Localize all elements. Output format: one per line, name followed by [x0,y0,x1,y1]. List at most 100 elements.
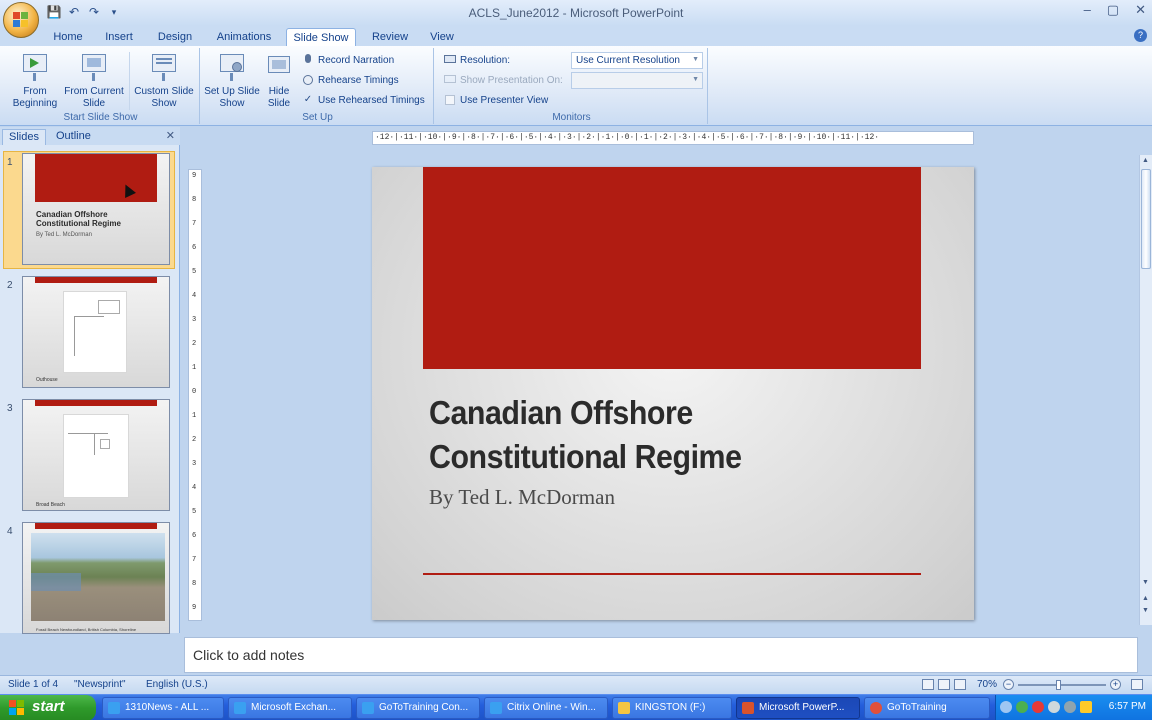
custom-slide-show-button[interactable]: Custom Slide Show [132,52,196,110]
powerpoint-icon [742,702,754,714]
set-up-slide-show-button[interactable]: Set Up Slide Show [204,52,260,110]
thumbnail-caption: Fossil Beach Newfoundland, British Colum… [36,627,137,632]
normal-view-icon[interactable] [922,679,934,690]
notes-pane[interactable]: Click to add notes [184,637,1138,673]
taskbar-item-label: KINGSTON (F:) [635,702,706,713]
from-beginning-button[interactable]: From Beginning [7,52,63,110]
taskbar-item-active[interactable]: Microsoft PowerP... [736,697,860,719]
zoom-knob[interactable] [1056,679,1061,690]
use-rehearsed-timings-checkbox[interactable]: ✓ Use Rehearsed Timings [302,94,425,106]
taskbar-item-label: GoToTraining Con... [379,702,469,713]
taskbar-item[interactable]: GoToTraining Con... [356,697,480,719]
slide-thumbnail-1[interactable]: Canadian Offshore Constitutional Regime … [22,153,170,265]
rehearse-timings-button[interactable]: Rehearse Timings [302,74,399,86]
zoom-slider[interactable]: − + [1003,679,1143,690]
language-indicator[interactable]: English (U.S.) [146,679,208,690]
scroll-up-icon[interactable]: ▲ [1142,157,1149,164]
antivirus-icon[interactable] [1032,701,1044,713]
tab-insert[interactable]: Insert [99,28,139,46]
ruler-tick: 1 [192,364,197,372]
taskbar-item[interactable]: Microsoft Exchan... [228,697,352,719]
slide-accent-line [423,573,921,575]
zoom-in-icon[interactable]: + [1110,679,1121,690]
tab-slides[interactable]: Slides [2,129,46,145]
stopwatch-icon [302,74,314,86]
thumbnail-number: 2 [7,280,13,291]
internet-explorer-icon [362,702,374,714]
shield-icon[interactable] [1080,701,1092,713]
taskbar-item-label: Citrix Online - Win... [507,702,596,713]
group-start-slide-show: From Beginning From Current Slide Custom… [2,48,200,124]
tab-animations[interactable]: Animations [211,28,277,46]
security-icon[interactable] [1016,701,1028,713]
start-label: start [32,698,65,715]
close-panel-icon[interactable]: ✕ [166,129,175,142]
from-current-slide-button[interactable]: From Current Slide [62,52,126,110]
taskbar-item-label: Microsoft Exchan... [251,702,337,713]
slide-thumbnail-3[interactable]: Broad Beach [22,399,170,511]
fit-to-window-icon[interactable] [1131,679,1143,690]
slide-sorter-icon[interactable] [938,679,950,690]
slide-thumbnail-2[interactable]: Outhouse [22,276,170,388]
slide-title-line-2: Constitutional Regime [429,438,742,475]
tab-review[interactable]: Review [366,28,414,46]
show-presentation-on-dropdown[interactable]: ▼ [571,72,703,89]
network-icon[interactable] [1000,701,1012,713]
use-presenter-view-checkbox[interactable]: Use Presenter View [444,94,548,106]
scroll-thumb[interactable] [1141,169,1151,269]
slide-red-banner [423,167,921,369]
help-icon[interactable]: ? [1134,29,1147,42]
sync-icon[interactable] [1048,701,1060,713]
scroll-down-icon[interactable]: ▼ [1142,579,1149,586]
microphone-icon [302,54,314,66]
start-button[interactable]: start [0,695,96,720]
zoom-out-icon[interactable]: − [1003,679,1014,690]
taskbar-item[interactable]: 1310News - ALL ... [102,697,224,719]
tab-design[interactable]: Design [152,28,198,46]
ruler-tick: 3 [192,460,197,468]
taskbar: start 1310News - ALL ... Microsoft Excha… [0,694,1152,720]
ruler-tick: 7 [192,556,197,564]
custom-slide-show-label: Custom Slide Show [134,86,194,109]
current-slide[interactable]: Canadian Offshore Constitutional Regime … [372,167,974,620]
ruler-tick: 6 [192,244,197,252]
ruler-tick: 2 [192,340,197,348]
hide-slide-button[interactable]: Hide Slide [262,52,296,110]
tab-view[interactable]: View [424,28,460,46]
taskbar-item[interactable]: GoToTraining [864,697,990,719]
vertical-scrollbar[interactable]: ▲ ▼ ▲ ▼ [1139,155,1152,625]
previous-slide-icon[interactable]: ▲ [1142,595,1149,602]
separator [129,52,130,110]
volume-icon[interactable] [1064,701,1076,713]
slide-subtitle[interactable]: By Ted L. McDorman [429,485,615,510]
tab-slide-show[interactable]: Slide Show [286,28,356,46]
restore-icon[interactable]: ▢ [1107,2,1119,18]
projector-current-icon [79,52,109,82]
vertical-ruler: 9 8 7 6 5 4 3 2 1 0 1 2 3 4 5 6 7 8 9 [188,169,202,621]
zoom-level[interactable]: 70% [977,679,997,690]
slide-title-line-1: Canadian Offshore [429,394,693,431]
beach-photo-image [31,533,165,621]
taskbar-item[interactable]: Citrix Online - Win... [484,697,608,719]
record-narration-button[interactable]: Record Narration [302,54,394,66]
taskbar-item[interactable]: KINGSTON (F:) [612,697,732,719]
next-slide-icon[interactable]: ▼ [1142,607,1149,614]
thumbnail-number: 4 [7,526,13,537]
tab-outline[interactable]: Outline [50,129,97,145]
clock[interactable]: 6:57 PM [1109,701,1146,712]
zoom-track[interactable] [1018,679,1106,690]
thumbnail-diagram [63,414,129,498]
ruler-tick: 5 [192,508,197,516]
minimize-icon[interactable]: – [1084,2,1091,18]
resolution-dropdown[interactable]: Use Current Resolution ▼ [571,52,703,69]
tab-home[interactable]: Home [48,28,88,46]
close-icon[interactable]: ✕ [1135,2,1146,18]
slide-title[interactable]: Canadian Offshore Constitutional Regime [429,391,926,479]
slide-show-view-icon[interactable] [954,679,966,690]
slide-thumbnail-4[interactable]: Fossil Beach Newfoundland, British Colum… [22,522,170,634]
office-button[interactable] [3,2,39,38]
group-label-monitors: Monitors [552,112,591,123]
taskbar-item-label: 1310News - ALL ... [125,702,210,713]
thumbnail-red-banner [35,154,157,202]
window-title: ACLS_June2012 - Microsoft PowerPoint [468,6,684,20]
